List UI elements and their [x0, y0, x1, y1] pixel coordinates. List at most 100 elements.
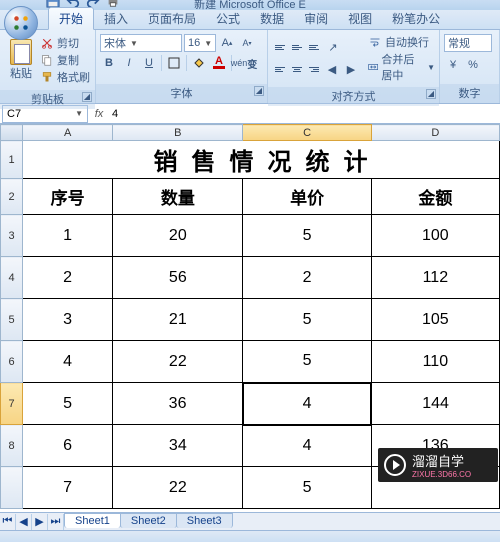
cell[interactable]: 4: [243, 425, 371, 467]
col-header-C[interactable]: C: [243, 125, 371, 141]
tab-data[interactable]: 数据: [250, 8, 294, 29]
font-dialog-launcher[interactable]: ◢: [254, 86, 264, 96]
office-button[interactable]: [4, 6, 38, 40]
tab-addin[interactable]: 粉笔办公: [382, 8, 450, 29]
format-painter-button[interactable]: 格式刷: [40, 69, 90, 85]
row-header-8[interactable]: 8: [1, 425, 23, 467]
print-icon[interactable]: [106, 0, 120, 8]
row-header-6[interactable]: 6: [1, 341, 23, 383]
tab-layout[interactable]: 页面布局: [138, 8, 206, 29]
cell[interactable]: 56: [113, 257, 243, 299]
clipboard-dialog-launcher[interactable]: ◢: [82, 92, 92, 102]
title-cell[interactable]: 销售情况统计: [23, 141, 500, 179]
border-button[interactable]: [165, 54, 183, 72]
row-header-3[interactable]: 3: [1, 215, 23, 257]
worksheet[interactable]: A B C D 1 销售情况统计 2 序号 数量 单价 金额 3 1 20 5 …: [0, 124, 500, 512]
align-right-button[interactable]: [306, 63, 322, 77]
sheet-nav-last[interactable]: ⏭: [48, 514, 64, 530]
bold-button[interactable]: B: [100, 54, 118, 72]
header-cell[interactable]: 序号: [23, 179, 113, 215]
header-cell[interactable]: 数量: [113, 179, 243, 215]
cell[interactable]: 100: [371, 215, 499, 257]
header-cell[interactable]: 单价: [243, 179, 371, 215]
increase-indent-button[interactable]: ▶: [342, 61, 360, 79]
cell[interactable]: 3: [23, 299, 113, 341]
fill-color-button[interactable]: [190, 54, 208, 72]
alignment-dialog-launcher[interactable]: ◢: [426, 89, 436, 99]
cell[interactable]: 2: [243, 257, 371, 299]
cell[interactable]: 1: [23, 215, 113, 257]
sheet-tab-3[interactable]: Sheet3: [176, 513, 233, 528]
cell[interactable]: 34: [113, 425, 243, 467]
row-header-4[interactable]: 4: [1, 257, 23, 299]
decrease-indent-button[interactable]: ◀: [323, 61, 341, 79]
cell[interactable]: 5: [243, 341, 371, 383]
col-header-B[interactable]: B: [113, 125, 243, 141]
cell[interactable]: 5: [243, 467, 371, 509]
tab-home[interactable]: 开始: [48, 7, 94, 30]
copy-button[interactable]: 复制: [40, 52, 90, 68]
align-center-button[interactable]: [289, 63, 305, 77]
cell[interactable]: 22: [113, 467, 243, 509]
fx-icon[interactable]: fx: [90, 108, 108, 120]
tab-insert[interactable]: 插入: [94, 8, 138, 29]
cell[interactable]: 36: [113, 383, 243, 425]
row-header-7[interactable]: 7: [1, 383, 23, 425]
cell[interactable]: 4: [23, 341, 113, 383]
column-headers: A B C D: [1, 125, 500, 141]
tab-view[interactable]: 视图: [338, 8, 382, 29]
cell[interactable]: 5: [23, 383, 113, 425]
align-left-button[interactable]: [272, 63, 288, 77]
cell[interactable]: 22: [113, 341, 243, 383]
cell[interactable]: 6: [23, 425, 113, 467]
col-header-A[interactable]: A: [23, 125, 113, 141]
brush-icon: [40, 71, 54, 83]
row-header-9[interactable]: [1, 467, 23, 509]
row-header-5[interactable]: 5: [1, 299, 23, 341]
col-header-D[interactable]: D: [371, 125, 499, 141]
currency-button[interactable]: ¥: [444, 56, 462, 74]
cell[interactable]: 20: [113, 215, 243, 257]
orientation-button[interactable]: ↗: [323, 39, 343, 57]
cell[interactable]: 112: [371, 257, 499, 299]
paste-button[interactable]: 粘贴: [4, 32, 38, 88]
office-icon: [12, 14, 30, 32]
grow-font-button[interactable]: A▴: [218, 34, 236, 52]
cut-button[interactable]: 剪切: [40, 35, 90, 51]
tab-formula[interactable]: 公式: [206, 8, 250, 29]
sheet-tab-2[interactable]: Sheet2: [120, 513, 177, 528]
percent-button[interactable]: %: [464, 56, 482, 74]
font-color-button[interactable]: A: [210, 54, 228, 72]
cell[interactable]: 144: [371, 383, 499, 425]
align-bottom-button[interactable]: [306, 41, 322, 55]
number-format-combo[interactable]: 常规: [444, 34, 492, 52]
row-header-1[interactable]: 1: [1, 141, 23, 179]
sheet-nav-first[interactable]: ⏮: [0, 514, 16, 530]
cell[interactable]: 105: [371, 299, 499, 341]
sheet-nav-prev[interactable]: ◀: [16, 514, 32, 530]
cell[interactable]: 2: [23, 257, 113, 299]
sheet-tab-1[interactable]: Sheet1: [64, 513, 121, 528]
cell[interactable]: 21: [113, 299, 243, 341]
selected-cell[interactable]: 4: [243, 383, 371, 425]
merge-center-button[interactable]: 合并后居中▼: [368, 51, 435, 83]
phonetic-button[interactable]: wén变: [235, 54, 253, 72]
cell[interactable]: 5: [243, 215, 371, 257]
underline-button[interactable]: U: [140, 54, 158, 72]
align-top-button[interactable]: [272, 41, 288, 55]
cell[interactable]: 5: [243, 299, 371, 341]
font-size-combo[interactable]: 16▼: [184, 34, 216, 52]
header-cell[interactable]: 金额: [371, 179, 499, 215]
cell[interactable]: 110: [371, 341, 499, 383]
font-name-combo[interactable]: 宋体▼: [100, 34, 182, 52]
tab-review[interactable]: 审阅: [294, 8, 338, 29]
row-header-2[interactable]: 2: [1, 179, 23, 215]
sheet-nav-next[interactable]: ▶: [32, 514, 48, 530]
cell[interactable]: 7: [23, 467, 113, 509]
italic-button[interactable]: I: [120, 54, 138, 72]
align-middle-button[interactable]: [289, 41, 305, 55]
select-all-corner[interactable]: [1, 125, 23, 141]
shrink-font-button[interactable]: A▾: [238, 34, 256, 52]
formula-input[interactable]: 4: [108, 108, 500, 120]
wrap-text-button[interactable]: 自动换行: [368, 34, 435, 50]
